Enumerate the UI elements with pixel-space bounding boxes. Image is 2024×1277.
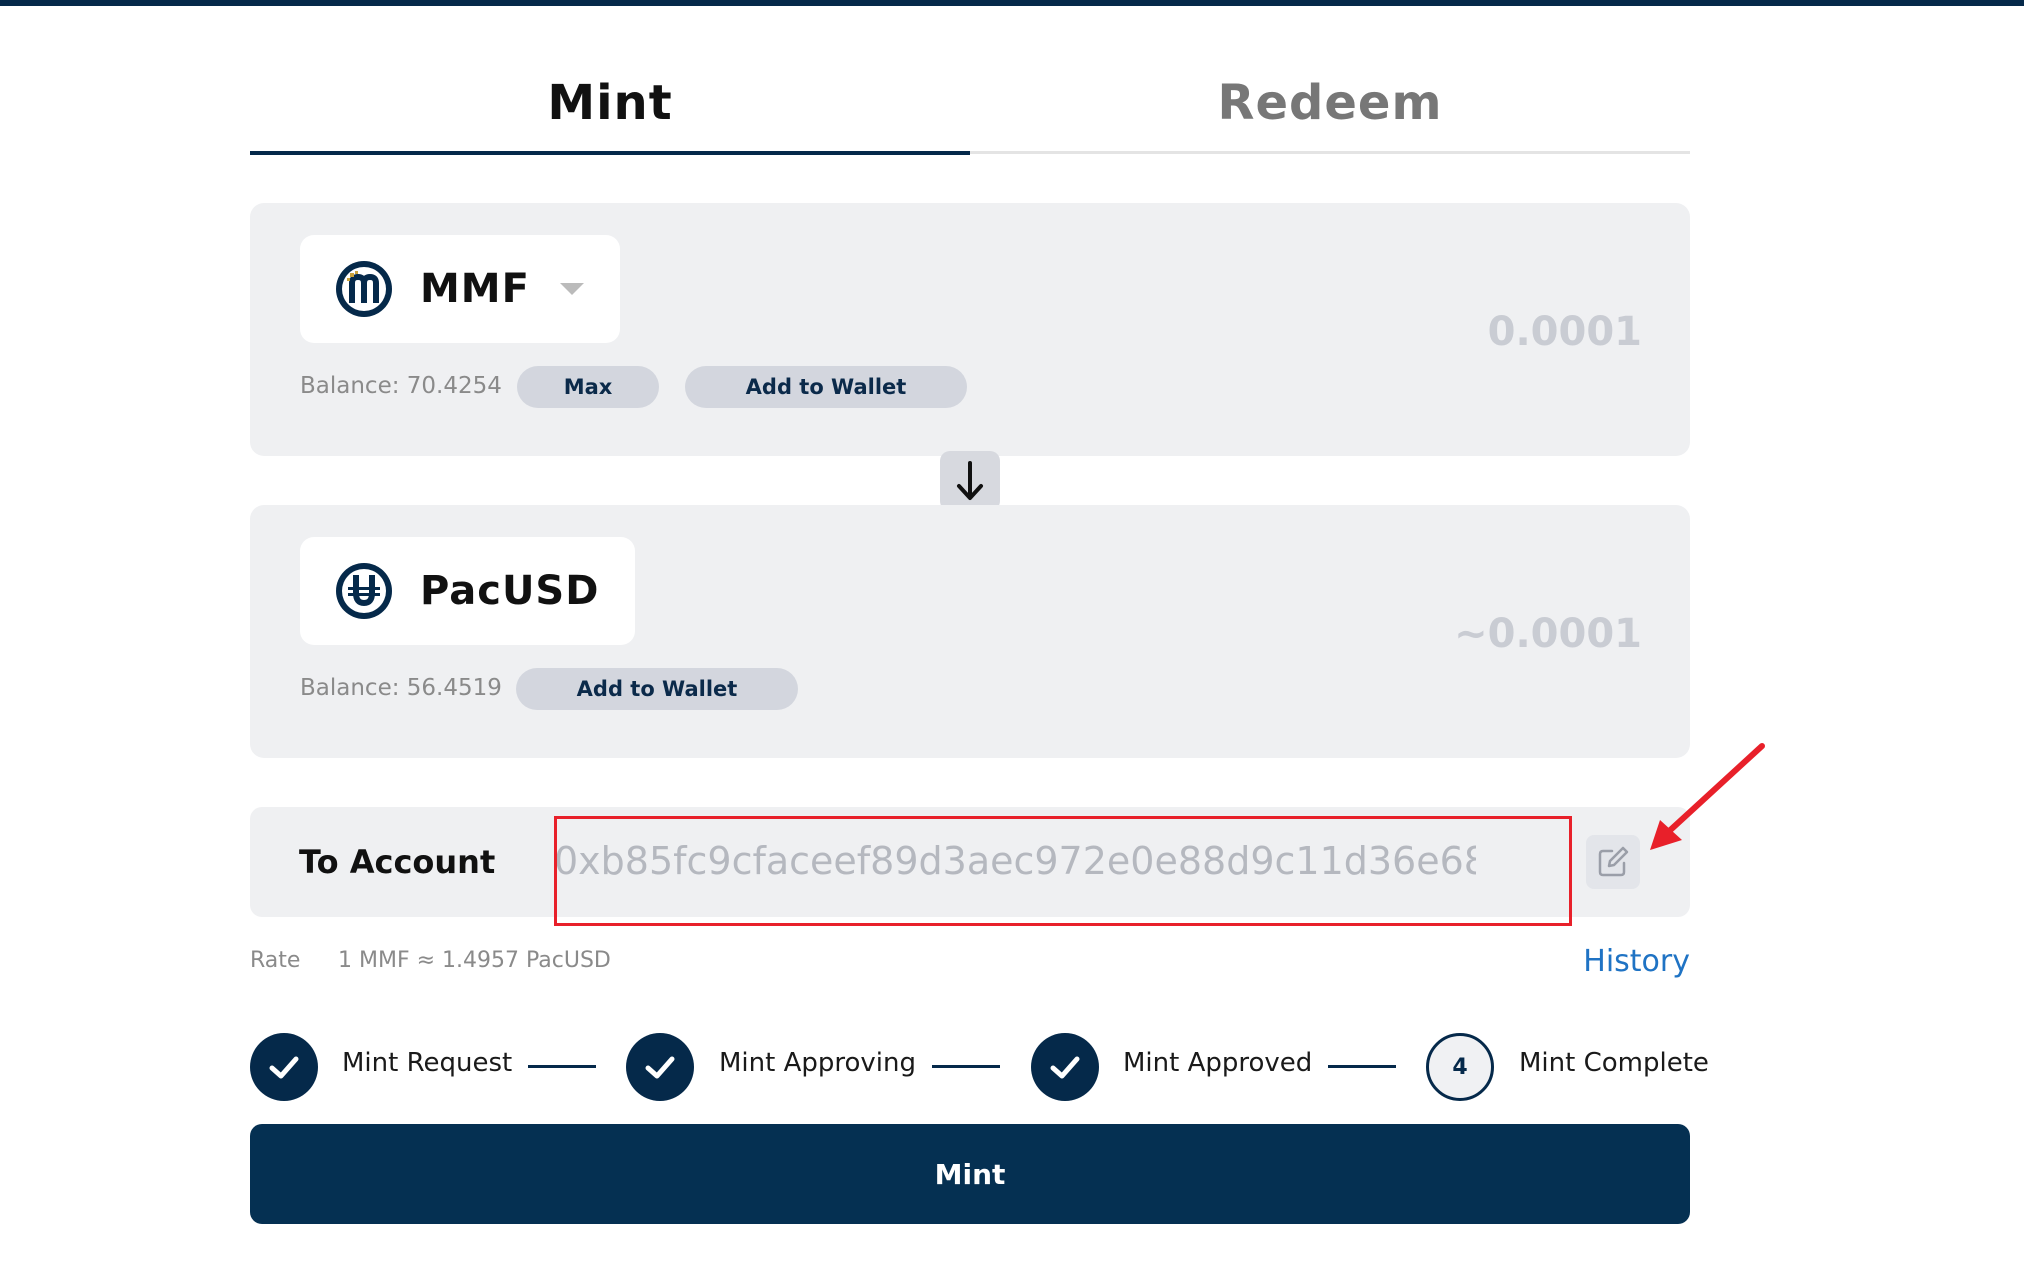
- mint-button[interactable]: Mint: [250, 1124, 1690, 1224]
- step-4-number: 4: [1426, 1033, 1494, 1101]
- max-button[interactable]: Max: [517, 366, 659, 408]
- from-token-selector[interactable]: MMF: [300, 235, 620, 343]
- step-connector: [932, 1065, 1000, 1068]
- step-connector: [528, 1065, 596, 1068]
- step-4-label: Mint Complete: [1519, 1048, 1709, 1078]
- step-3-label: Mint Approved: [1123, 1048, 1313, 1078]
- annotation-highlight-box: [554, 816, 1572, 926]
- step-1-label: Mint Request: [342, 1048, 513, 1078]
- rate-value: 1 MMF ≈ 1.4957 PacUSD: [338, 948, 611, 973]
- from-balance: Balance: 70.4254: [300, 373, 502, 399]
- from-add-to-wallet-button[interactable]: Add to Wallet: [685, 366, 967, 408]
- from-token-name: MMF: [420, 266, 530, 312]
- from-amount[interactable]: 0.0001: [1488, 309, 1642, 355]
- tab-active-indicator: [250, 151, 970, 155]
- step-3-check-icon: [1031, 1033, 1099, 1101]
- tab-mint[interactable]: Mint: [250, 48, 970, 158]
- to-amount: ~0.0001: [1454, 611, 1642, 657]
- to-token-name: PacUSD: [420, 568, 600, 614]
- annotation-arrow-icon: [1650, 743, 1765, 850]
- step-1-check-icon: [250, 1033, 318, 1101]
- pacusd-token-icon: [336, 563, 392, 619]
- step-2-check-icon: [626, 1033, 694, 1101]
- to-account-label: To Account: [299, 843, 496, 881]
- step-connector: [1328, 1065, 1396, 1068]
- history-link[interactable]: History: [1583, 944, 1690, 979]
- top-accent-bar: [0, 0, 2024, 6]
- to-balance: Balance: 56.4519: [300, 675, 502, 701]
- tab-divider: [970, 151, 1690, 154]
- to-token-panel: PacUSD Balance: 56.4519 Add to Wallet ~0…: [250, 505, 1690, 758]
- chevron-down-icon: [559, 283, 584, 295]
- from-token-panel: MMF Balance: 70.4254 Max Add to Wallet 0…: [250, 203, 1690, 456]
- rate-label: Rate: [250, 948, 301, 973]
- to-token-selector[interactable]: PacUSD: [300, 537, 636, 645]
- tab-redeem[interactable]: Redeem: [970, 48, 1690, 158]
- arrow-down-icon: [957, 461, 983, 500]
- mmf-token-icon: [336, 261, 392, 317]
- step-2-label: Mint Approving: [719, 1048, 917, 1078]
- swap-direction-button[interactable]: [940, 451, 1000, 511]
- to-add-to-wallet-button[interactable]: Add to Wallet: [516, 668, 798, 710]
